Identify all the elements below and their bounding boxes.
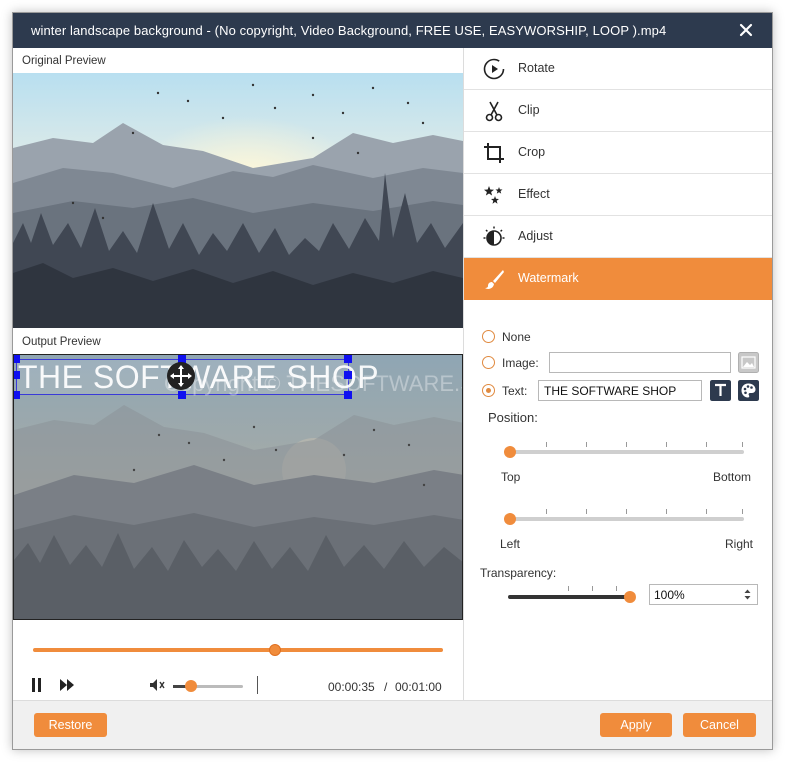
menu-label-rotate: Rotate <box>518 61 555 75</box>
slider-tick <box>666 442 667 447</box>
slider-tick <box>626 442 627 447</box>
right-label: Right <box>725 537 754 551</box>
transparency-slider-thumb[interactable] <box>624 591 636 603</box>
bottom-label: Bottom <box>713 470 752 484</box>
resize-handle-right[interactable] <box>344 371 352 379</box>
radio-none[interactable] <box>482 330 495 343</box>
vertical-position-thumb[interactable] <box>504 446 516 458</box>
crop-icon <box>484 143 504 163</box>
footer-bar: Restore Apply Cancel <box>13 700 772 749</box>
watermark-text-field[interactable]: THE SOFTWARE SHOP <box>538 380 702 401</box>
window-title: winter landscape background - (No copyri… <box>31 23 667 38</box>
image-path-field[interactable] <box>549 352 731 373</box>
slider-tick <box>616 586 617 591</box>
effect-stars-icon <box>484 186 503 204</box>
playback-progress-track[interactable] <box>33 648 443 652</box>
original-preview-label: Original Preview <box>22 55 106 67</box>
original-preview <box>13 73 463 328</box>
left-label: Left <box>500 537 521 551</box>
menu-label-clip: Clip <box>518 103 540 117</box>
slider-tick <box>568 586 569 591</box>
slider-tick <box>666 509 667 514</box>
position-label: Position: <box>488 410 538 425</box>
adjust-icon <box>483 226 505 246</box>
transparency-label: Transparency: <box>480 566 557 580</box>
color-palette-icon[interactable] <box>738 380 759 401</box>
horizontal-position-thumb[interactable] <box>504 513 516 525</box>
move-icon[interactable] <box>166 361 196 391</box>
menu-label-crop: Crop <box>518 145 546 159</box>
video-edit-window: winter landscape background - (No copyri… <box>12 12 773 750</box>
slider-tick <box>706 509 707 514</box>
resize-handle-left[interactable] <box>14 371 20 379</box>
slider-tick <box>546 509 547 514</box>
transparency-slider-track[interactable] <box>508 595 630 599</box>
menu-item-rotate[interactable]: Rotate <box>464 48 772 90</box>
spin-arrows-icon[interactable] <box>744 589 751 600</box>
output-preview-label: Output Preview <box>22 336 101 348</box>
menu-label-watermark: Watermark <box>518 271 579 285</box>
transparency-spinbox[interactable]: 100% <box>649 584 758 605</box>
preview-pane: Original Preview Output Preview Copyrigh… <box>13 48 463 700</box>
vertical-position-track[interactable] <box>509 450 744 454</box>
resize-handle-bottom[interactable] <box>178 391 186 399</box>
slider-tick <box>626 509 627 514</box>
slider-tick <box>592 586 593 591</box>
menu-item-clip[interactable]: Clip <box>464 90 772 132</box>
image-picker-icon[interactable] <box>738 352 759 373</box>
scissors-icon <box>485 101 503 122</box>
resize-handle-top-right[interactable] <box>344 355 352 363</box>
volume-slider-thumb[interactable] <box>185 680 197 692</box>
fast-forward-icon[interactable] <box>60 679 74 691</box>
restore-button[interactable]: Restore <box>34 713 107 737</box>
title-bar: winter landscape background - (No copyri… <box>13 13 772 48</box>
close-icon <box>739 23 753 37</box>
brush-icon <box>485 270 504 289</box>
current-time: 00:00:35 <box>328 680 375 694</box>
cancel-button[interactable]: Cancel <box>683 713 756 737</box>
playback-progress-thumb[interactable] <box>268 644 281 656</box>
output-preview: Copyright © THESOFTWARE.SHOP THE SOFTWAR… <box>13 354 463 620</box>
menu-item-effect[interactable]: Effect <box>464 174 772 216</box>
time-separator: / <box>384 680 388 694</box>
image-label: Image: <box>502 356 539 370</box>
text-label: Text: <box>502 384 528 398</box>
watermark-text-overlay[interactable]: THE SOFTWARE SHOP <box>18 359 379 396</box>
radio-text[interactable] <box>482 384 495 397</box>
radio-image[interactable] <box>482 356 495 369</box>
transparency-value: 100% <box>654 588 685 602</box>
slider-tick <box>742 442 743 447</box>
top-label: Top <box>501 470 521 484</box>
menu-label-adjust: Adjust <box>518 229 553 243</box>
horizontal-position-track[interactable] <box>509 517 744 521</box>
pause-icon[interactable] <box>31 678 43 692</box>
volume-icon[interactable] <box>149 678 167 692</box>
menu-item-adjust[interactable]: Adjust <box>464 216 772 258</box>
slider-tick <box>586 442 587 447</box>
menu-item-watermark[interactable]: Watermark <box>464 258 772 300</box>
resize-handle-bottom-right[interactable] <box>344 391 352 399</box>
text-font-icon[interactable] <box>710 380 731 401</box>
slider-tick <box>742 509 743 514</box>
menu-item-crop[interactable]: Crop <box>464 132 772 174</box>
total-time: 00:01:00 <box>395 680 442 694</box>
controls-separator <box>257 676 258 694</box>
original-preview-image <box>13 73 463 328</box>
slider-tick <box>706 442 707 447</box>
tools-pane: Rotate Clip Crop Effect Adjust Watermark… <box>463 48 772 700</box>
close-button[interactable] <box>736 20 756 40</box>
slider-tick <box>546 442 547 447</box>
resize-handle-bottom-left[interactable] <box>14 391 20 399</box>
apply-button[interactable]: Apply <box>600 713 672 737</box>
none-label: None <box>502 330 531 344</box>
slider-tick <box>586 509 587 514</box>
resize-handle-top-left[interactable] <box>14 355 20 363</box>
rotate-icon <box>483 58 505 80</box>
menu-label-effect: Effect <box>518 187 550 201</box>
